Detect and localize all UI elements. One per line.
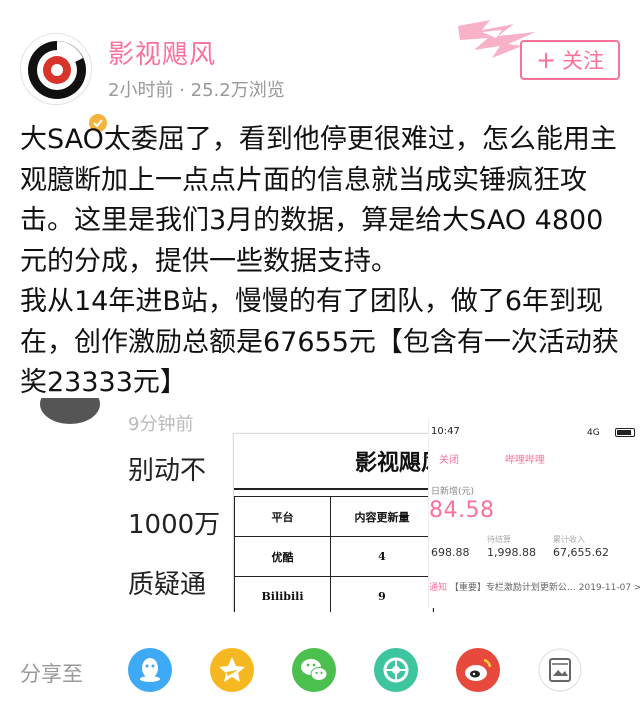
- background-text-line: 别动不: [128, 456, 207, 486]
- phone-stat-label: 累计收入: [553, 535, 585, 544]
- share-label: 分享至: [20, 662, 83, 686]
- qq-icon[interactable]: [128, 648, 172, 692]
- signal-icon: 4G: [587, 428, 600, 438]
- share-bar: 分享至: [0, 630, 640, 709]
- notice-tag: 通知: [429, 583, 448, 593]
- content-paragraph: 我从14年进B站，慢慢的有了团队，做了6年到现在，创作激励总额是67655元【包…: [20, 286, 619, 398]
- plus-icon: +: [535, 46, 557, 74]
- post-content: 大SAO太委屈了，看到他停更很难过，怎么能用主观臆断加上一点点片面的信息就当成实…: [20, 120, 624, 404]
- phone-stat-value: 67,655.62: [553, 546, 609, 559]
- dynamic-icon[interactable]: [538, 648, 582, 692]
- wechat-icon[interactable]: [292, 648, 336, 692]
- phone-notice: 通知 【重要】专栏激励计划更新公… 2019-11-07 >: [429, 580, 640, 593]
- background-text-line: 1000万: [128, 510, 221, 540]
- phone-big-value: 84.58: [429, 498, 495, 523]
- post-meta: 2小时前 · 25.2万浏览: [108, 80, 285, 101]
- phone-stat-value: 698.88: [431, 546, 470, 559]
- post-header: 影视飓风 2小时前 · 25.2万浏览 + 关注: [0, 0, 640, 134]
- weibo-icon[interactable]: [456, 648, 500, 692]
- phone-new-label: 日新增(元): [431, 487, 475, 497]
- phone-close: 关闭: [439, 455, 459, 466]
- stats-table-card: 影视飓风 平台 内容更新量 优酷 4 Bilibili 9: [233, 433, 434, 612]
- phone-screenshot: 10:47 4G 关闭 哔哩哔哩 日新增(元) 84.58 698.88 待结算…: [428, 418, 640, 608]
- moments-icon[interactable]: [374, 648, 418, 692]
- follow-label: 关注: [562, 49, 605, 73]
- phone-app-name: 哔哩哔哩: [505, 455, 545, 466]
- table-cell: Bilibili: [234, 576, 331, 612]
- table-header-cell: 平台: [234, 496, 331, 537]
- phone-stat-label: 待结算: [487, 535, 511, 544]
- battery-icon: [615, 428, 635, 437]
- table-row: 优酷 4: [234, 536, 434, 577]
- phone-time: 10:47: [431, 426, 460, 437]
- stats-table: 平台 内容更新量 优酷 4 Bilibili 9: [234, 496, 434, 612]
- background-avatar: [40, 398, 100, 424]
- notice-text: 【重要】专栏激励计划更新公… 2019-11-07 >: [449, 583, 640, 593]
- table-title: 影视飓风: [234, 434, 434, 490]
- author-name[interactable]: 影视飓风: [108, 34, 216, 71]
- content-paragraph: 大SAO太委屈了，看到他停更很难过，怎么能用主观臆断加上一点点片面的信息就当成实…: [20, 124, 617, 277]
- qzone-icon[interactable]: [210, 648, 254, 692]
- table-cell: 9: [330, 576, 434, 612]
- table-cell: 4: [330, 536, 434, 577]
- author-avatar[interactable]: [20, 33, 109, 134]
- post-image[interactable]: 9分钟前 别动不 1000万 质疑通 影视飓风 平台 内容更新量 优酷 4 Bi…: [0, 398, 640, 612]
- phone-stat-value: 1,998.88: [487, 546, 536, 559]
- background-text-line: 质疑通: [128, 570, 207, 600]
- table-header-cell: 内容更新量: [330, 496, 434, 537]
- follow-button[interactable]: + 关注: [520, 40, 620, 80]
- background-time: 9分钟前: [128, 414, 194, 435]
- table-row: 平台 内容更新量: [234, 496, 434, 537]
- table-cell: 优酷: [234, 536, 331, 577]
- table-row: Bilibili 9: [234, 576, 434, 612]
